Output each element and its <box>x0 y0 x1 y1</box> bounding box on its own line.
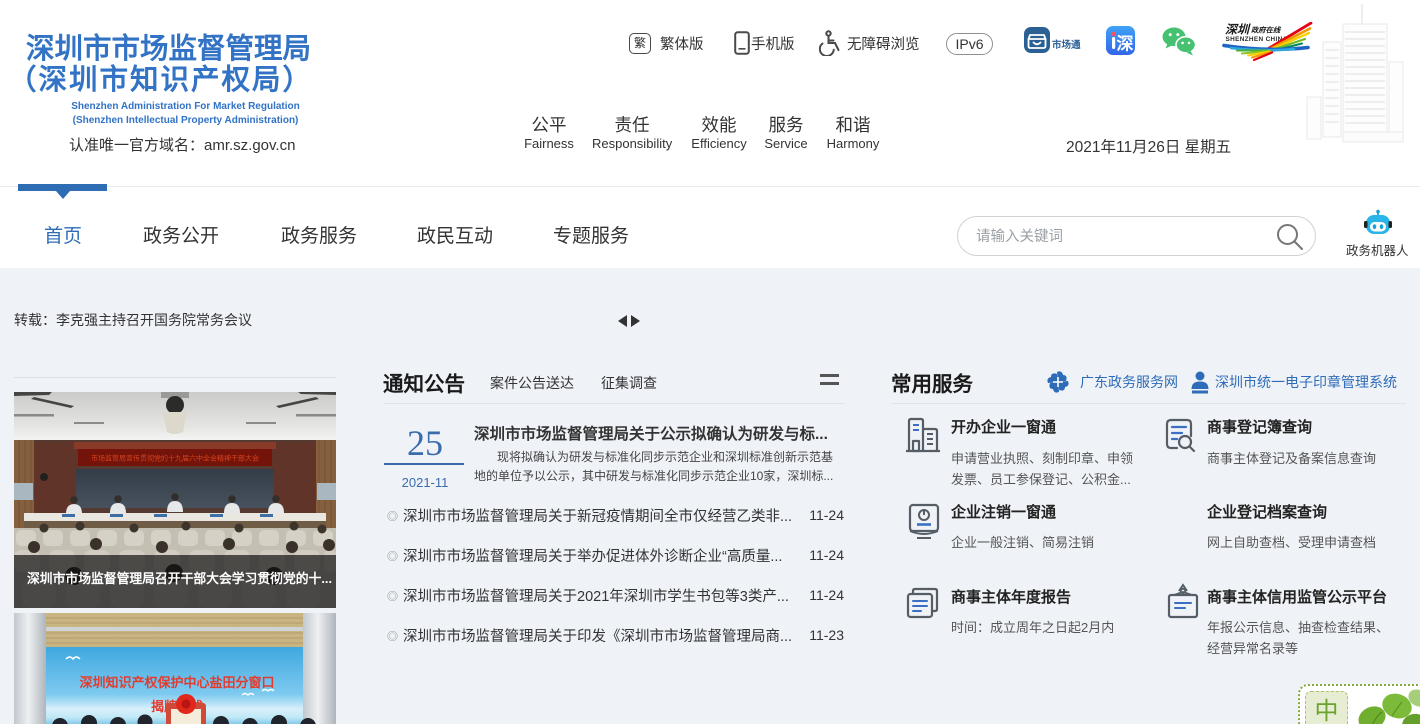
svg-text:深圳: 深圳 <box>1225 23 1251 37</box>
svg-text:市场监管局宣传贯彻党的十九届六中全会精神干部大会: 市场监管局宣传贯彻党的十九届六中全会精神干部大会 <box>91 454 259 463</box>
svg-text:深圳市市场监督管理局召开干部大会学习贯彻党的十...: 深圳市市场监督管理局召开干部大会学习贯彻党的十... <box>27 571 332 586</box>
svg-text:政府在线: 政府在线 <box>1251 26 1282 35</box>
svg-text:深圳知识产权保护中心盐田分窗口: 深圳知识产权保护中心盐田分窗口 <box>79 675 274 690</box>
svg-text:深: 深 <box>1117 34 1134 54</box>
